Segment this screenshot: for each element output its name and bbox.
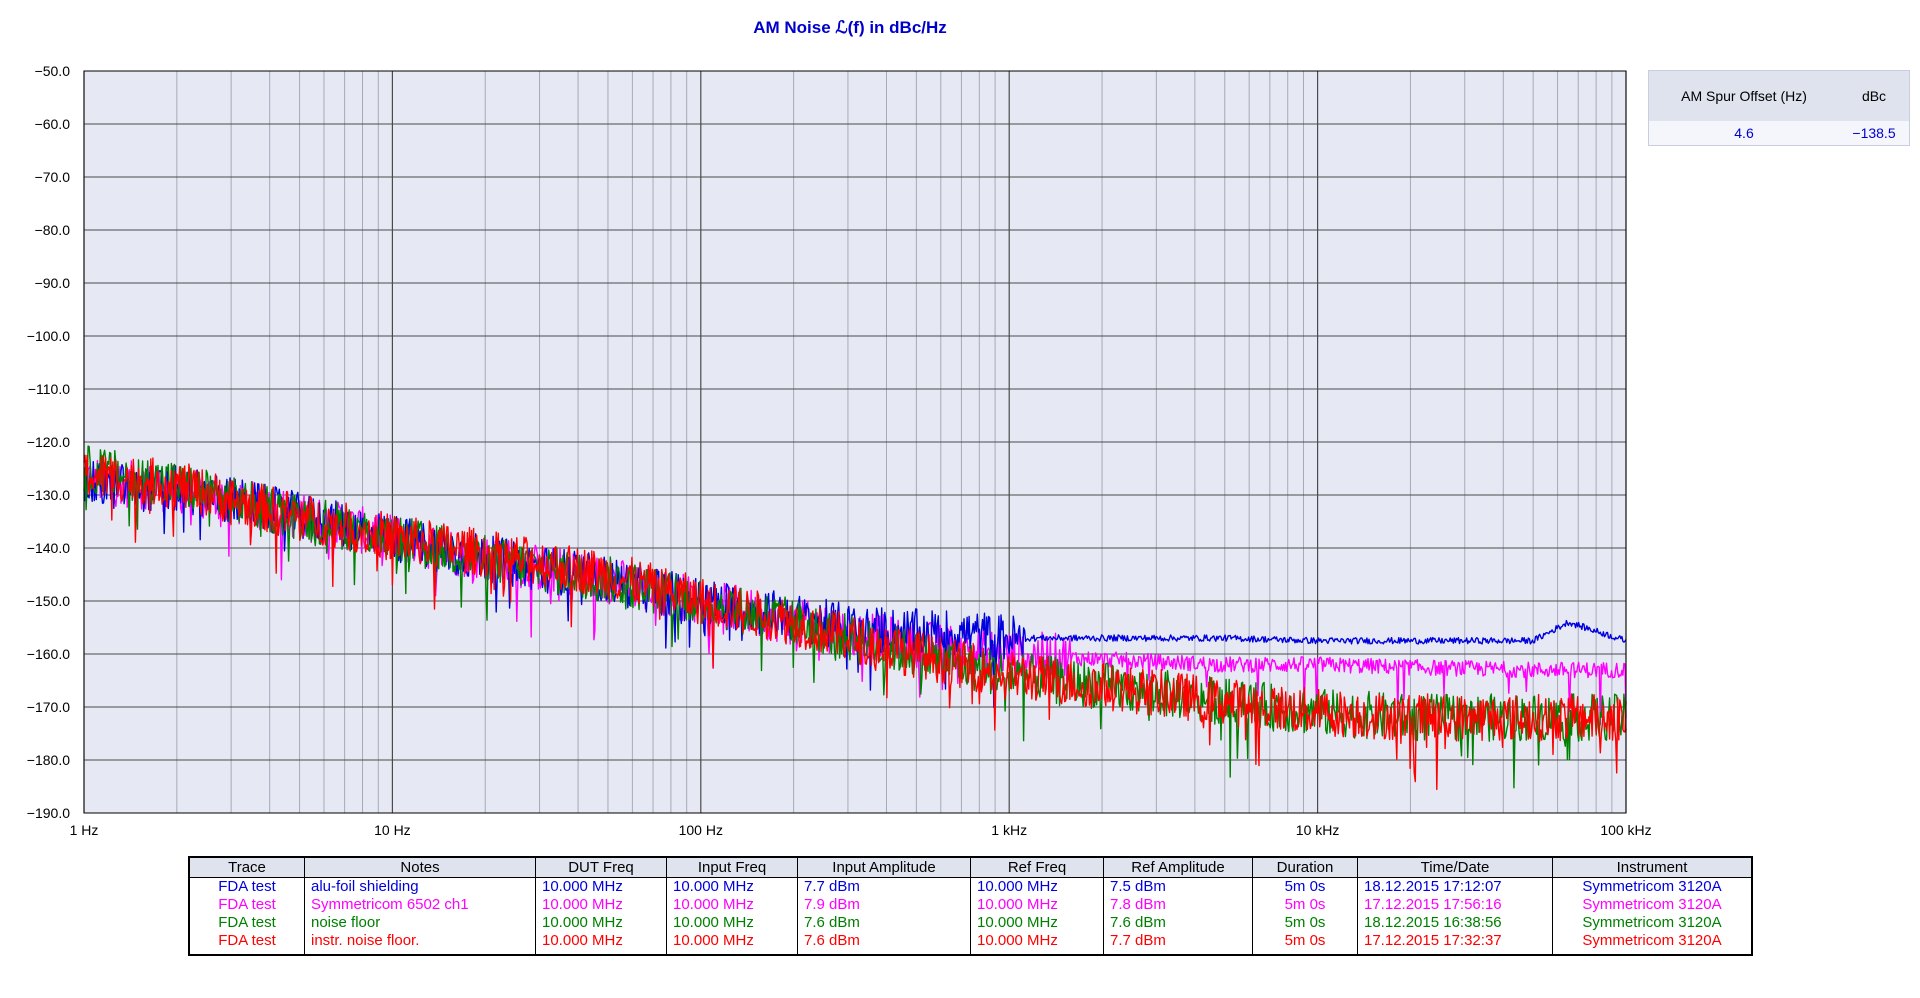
legend-cell: 5m 0s (1252, 896, 1358, 914)
legend-header-instrument: Instrument (1552, 856, 1753, 878)
legend-cell: alu-foil shielding (304, 877, 536, 896)
x-tick-label: 1 kHz (991, 822, 1027, 838)
legend-header-notes: Notes (304, 856, 536, 878)
legend-cell: 5m 0s (1252, 914, 1358, 932)
legend-cell: 10.000 MHz (970, 877, 1104, 896)
legend-cell: 7.5 dBm (1103, 877, 1253, 896)
legend-cell: 18.12.2015 16:38:56 (1357, 914, 1553, 932)
y-tick-labels: −50.0 −60.0 −70.0 −80.0 −90.0 −100.0 −110.0 −12… (27, 63, 70, 821)
legend-cell: Symmetricom 3120A (1552, 877, 1753, 896)
legend-header-row: Trace Notes DUT Freq Input Freq Input Am… (188, 856, 1753, 878)
legend-cell: 7.9 dBm (797, 896, 971, 914)
legend-header-ref-amplitude: Ref Amplitude (1103, 856, 1253, 878)
noise-chart: −50.0 −60.0 −70.0 −80.0 −90.0 −100.0 −110.0 −12… (27, 63, 1652, 838)
y-tick-label: −90.0 (35, 275, 71, 291)
spur-table-row: 4.6 −138.5 (1649, 121, 1909, 145)
spur-table-header: AM Spur Offset (Hz) dBc (1649, 71, 1909, 121)
legend-cell: 10.000 MHz (535, 877, 667, 896)
spur-offset-value: 4.6 (1734, 125, 1754, 141)
legend-cell: 10.000 MHz (970, 914, 1104, 932)
legend-cell: Symmetricom 3120A (1552, 896, 1753, 914)
legend-cell: 10.000 MHz (666, 914, 798, 932)
legend-cell: 17.12.2015 17:32:37 (1357, 932, 1553, 955)
spur-offset-header: AM Spur Offset (Hz) (1681, 88, 1807, 104)
spur-table: AM Spur Offset (Hz) dBc 4.6 −138.5 (1648, 70, 1910, 146)
legend-header-time-date: Time/Date (1357, 856, 1553, 878)
y-tick-label: −170.0 (27, 699, 70, 715)
legend-header-duration: Duration (1252, 856, 1358, 878)
legend-cell: FDA test (188, 896, 305, 914)
legend-cell: Symmetricom 6502 ch1 (304, 896, 536, 914)
y-tick-label: −160.0 (27, 646, 70, 662)
legend-cell: instr. noise floor. (304, 932, 536, 955)
legend-row: FDA test alu-foil shielding 10.000 MHz 10.0… (188, 877, 1753, 896)
legend-cell: 18.12.2015 17:12:07 (1357, 877, 1553, 896)
legend-header-input-amplitude: Input Amplitude (797, 856, 971, 878)
legend-cell: 10.000 MHz (666, 877, 798, 896)
legend-cell: 7.7 dBm (797, 877, 971, 896)
y-tick-label: −50.0 (35, 63, 71, 79)
legend-cell: 7.8 dBm (1103, 896, 1253, 914)
legend-row: FDA test instr. noise floor. 10.000 MHz 10.… (188, 932, 1753, 955)
legend-cell: Symmetricom 3120A (1552, 914, 1753, 932)
legend-cell: FDA test (188, 932, 305, 955)
x-tick-label: 100 Hz (679, 822, 723, 838)
legend-cell: FDA test (188, 914, 305, 932)
legend-cell: 5m 0s (1252, 932, 1358, 955)
legend-cell: 10.000 MHz (535, 932, 667, 955)
x-tick-label: 10 Hz (374, 822, 411, 838)
y-tick-label: −180.0 (27, 752, 70, 768)
legend-header-trace: Trace (188, 856, 305, 878)
trace-legend-table: Trace Notes DUT Freq Input Freq Input Am… (188, 856, 1753, 956)
y-tick-label: −150.0 (27, 593, 70, 609)
legend-cell: 10.000 MHz (535, 896, 667, 914)
x-tick-label: 10 kHz (1296, 822, 1340, 838)
legend-body: FDA test alu-foil shielding 10.000 MHz 10.0… (188, 877, 1753, 955)
legend-row: FDA test noise floor 10.000 MHz 10.000 MHz 7… (188, 914, 1753, 932)
x-tick-labels: 1 Hz 10 Hz 100 Hz 1 kHz 10 kHz 100 kHz (70, 822, 1652, 838)
y-tick-label: −190.0 (27, 805, 70, 821)
legend-row: FDA test Symmetricom 6502 ch1 10.000 MHz 10… (188, 896, 1753, 914)
legend-cell: 10.000 MHz (535, 914, 667, 932)
legend-cell: 10.000 MHz (666, 932, 798, 955)
legend-header-dut-freq: DUT Freq (535, 856, 667, 878)
legend-cell: 10.000 MHz (970, 896, 1104, 914)
legend-header-input-freq: Input Freq (666, 856, 798, 878)
y-tick-label: −100.0 (27, 328, 70, 344)
y-tick-label: −130.0 (27, 487, 70, 503)
legend-header-ref-freq: Ref Freq (970, 856, 1104, 878)
x-tick-label: 1 Hz (70, 822, 99, 838)
legend-cell: 5m 0s (1252, 877, 1358, 896)
legend-cell: 10.000 MHz (666, 896, 798, 914)
spur-dbc-header: dBc (1861, 88, 1887, 104)
legend-cell: noise floor (304, 914, 536, 932)
legend-cell: 7.6 dBm (797, 932, 971, 955)
y-tick-label: −110.0 (28, 381, 70, 397)
legend-cell: FDA test (188, 877, 305, 896)
y-tick-label: −60.0 (35, 116, 71, 132)
legend-cell: 17.12.2015 17:56:16 (1357, 896, 1553, 914)
y-tick-label: −120.0 (27, 434, 70, 450)
legend-cell: Symmetricom 3120A (1552, 932, 1753, 955)
y-tick-label: −140.0 (27, 540, 70, 556)
legend-cell: 10.000 MHz (970, 932, 1104, 955)
legend-cell: 7.6 dBm (1103, 914, 1253, 932)
spur-dbc-value: −138.5 (1852, 125, 1896, 141)
legend-cell: 7.7 dBm (1103, 932, 1253, 955)
y-tick-label: −80.0 (35, 222, 71, 238)
legend-cell: 7.6 dBm (797, 914, 971, 932)
y-tick-label: −70.0 (35, 169, 71, 185)
x-tick-label: 100 kHz (1600, 822, 1651, 838)
